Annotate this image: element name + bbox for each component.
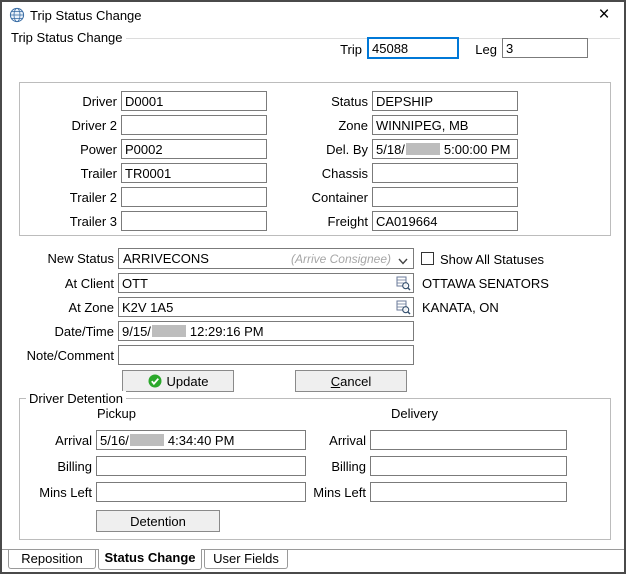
trip-status-change-window: Trip Status Change × Trip Status Change …: [0, 0, 626, 574]
update-button[interactable]: Update: [122, 370, 234, 392]
cancel-button[interactable]: Cancel: [295, 370, 407, 392]
cancel-label: Cancel: [331, 374, 371, 389]
datetime-time-part: 12:29:16 PM: [190, 324, 264, 339]
tab-user-fields[interactable]: User Fields: [204, 550, 288, 569]
note-comment-input[interactable]: [118, 345, 414, 365]
detention-button[interactable]: Detention: [96, 510, 220, 532]
at-client-lookup-icon[interactable]: [396, 276, 411, 291]
del-by-time-part: 5:00:00 PM: [444, 142, 511, 157]
driver-detention-group-label: Driver Detention: [26, 391, 126, 406]
redacted-block: [152, 325, 186, 337]
trailer-label: Trailer: [17, 166, 117, 181]
tab-user-fields-label: User Fields: [213, 551, 279, 566]
chassis-input[interactable]: [372, 163, 518, 183]
leg-label: Leg: [439, 42, 497, 57]
redacted-block: [130, 434, 164, 446]
trip-label: Trip: [302, 42, 362, 57]
status-input[interactable]: [372, 91, 518, 111]
window-title: Trip Status Change: [30, 8, 142, 23]
at-zone-label: At Zone: [4, 300, 114, 315]
delivery-arrival-label: Arrival: [278, 433, 366, 448]
status-label: Status: [268, 94, 368, 109]
tab-reposition-label: Reposition: [21, 551, 82, 566]
zone-input[interactable]: [372, 115, 518, 135]
trailer2-label: Trailer 2: [17, 190, 117, 205]
new-status-combo[interactable]: ARRIVECONS (Arrive Consignee): [118, 248, 414, 269]
pickup-arrival-date-part: 5/16/: [100, 433, 129, 448]
pickup-mins-left-label: Mins Left: [4, 485, 92, 500]
note-comment-label: Note/Comment: [4, 348, 114, 363]
at-client-value: OTT: [122, 276, 148, 291]
new-status-value: ARRIVECONS: [123, 251, 209, 266]
show-all-statuses-checkbox[interactable]: [421, 252, 434, 265]
freight-input[interactable]: [372, 211, 518, 231]
trailer3-input[interactable]: [121, 211, 267, 231]
chassis-label: Chassis: [268, 166, 368, 181]
del-by-date-part: 5/18/: [376, 142, 405, 157]
pickup-billing-label: Billing: [4, 459, 92, 474]
driver-input[interactable]: [121, 91, 267, 111]
delivery-arrival-input[interactable]: [370, 430, 567, 450]
close-button[interactable]: ×: [590, 4, 618, 26]
freight-label: Freight: [268, 214, 368, 229]
trailer2-input[interactable]: [121, 187, 267, 207]
container-label: Container: [268, 190, 368, 205]
trip-status-change-group-label: Trip Status Change: [8, 30, 126, 45]
update-label: Update: [167, 374, 209, 389]
pickup-arrival-input[interactable]: 5/16/4:34:40 PM: [96, 430, 306, 450]
power-label: Power: [17, 142, 117, 157]
at-zone-value: K2V 1A5: [122, 300, 173, 315]
driver2-label: Driver 2: [17, 118, 117, 133]
tab-reposition[interactable]: Reposition: [8, 550, 96, 569]
at-zone-display: KANATA, ON: [422, 300, 499, 315]
show-all-statuses-label: Show All Statuses: [440, 252, 544, 267]
chevron-down-icon[interactable]: [397, 253, 409, 265]
del-by-label: Del. By: [268, 142, 368, 157]
power-input[interactable]: [121, 139, 267, 159]
delivery-mins-left-label: Mins Left: [278, 485, 366, 500]
zone-label: Zone: [268, 118, 368, 133]
globe-app-icon: [9, 7, 25, 23]
delivery-billing-label: Billing: [278, 459, 366, 474]
pickup-mins-left-input[interactable]: [96, 482, 306, 502]
datetime-label: Date/Time: [4, 324, 114, 339]
container-input[interactable]: [372, 187, 518, 207]
tab-status-change-label: Status Change: [104, 550, 195, 565]
trailer3-label: Trailer 3: [17, 214, 117, 229]
tab-status-change[interactable]: Status Change: [98, 549, 202, 570]
pickup-column-header: Pickup: [97, 406, 136, 421]
at-client-display: OTTAWA SENATORS: [422, 276, 549, 291]
pickup-billing-input[interactable]: [96, 456, 306, 476]
datetime-date-part: 9/15/: [122, 324, 151, 339]
leg-input[interactable]: [502, 38, 588, 58]
at-zone-lookup-icon[interactable]: [396, 300, 411, 315]
new-status-label: New Status: [4, 251, 114, 266]
detention-button-label: Detention: [130, 514, 186, 529]
delivery-billing-input[interactable]: [370, 456, 567, 476]
del-by-input[interactable]: 5/18/5:00:00 PM: [372, 139, 518, 159]
titlebar: Trip Status Change ×: [2, 2, 624, 29]
delivery-column-header: Delivery: [391, 406, 438, 421]
delivery-mins-left-input[interactable]: [370, 482, 567, 502]
at-client-label: At Client: [4, 276, 114, 291]
at-client-input[interactable]: OTT: [118, 273, 414, 293]
redacted-block: [406, 143, 440, 155]
datetime-input[interactable]: 9/15/12:29:16 PM: [118, 321, 414, 341]
pickup-arrival-time-part: 4:34:40 PM: [168, 433, 235, 448]
new-status-hint: (Arrive Consignee): [291, 250, 391, 269]
at-zone-input[interactable]: K2V 1A5: [118, 297, 414, 317]
trailer-input[interactable]: [121, 163, 267, 183]
driver2-input[interactable]: [121, 115, 267, 135]
driver-label: Driver: [17, 94, 117, 109]
update-check-icon: [148, 374, 162, 388]
pickup-arrival-label: Arrival: [4, 433, 92, 448]
